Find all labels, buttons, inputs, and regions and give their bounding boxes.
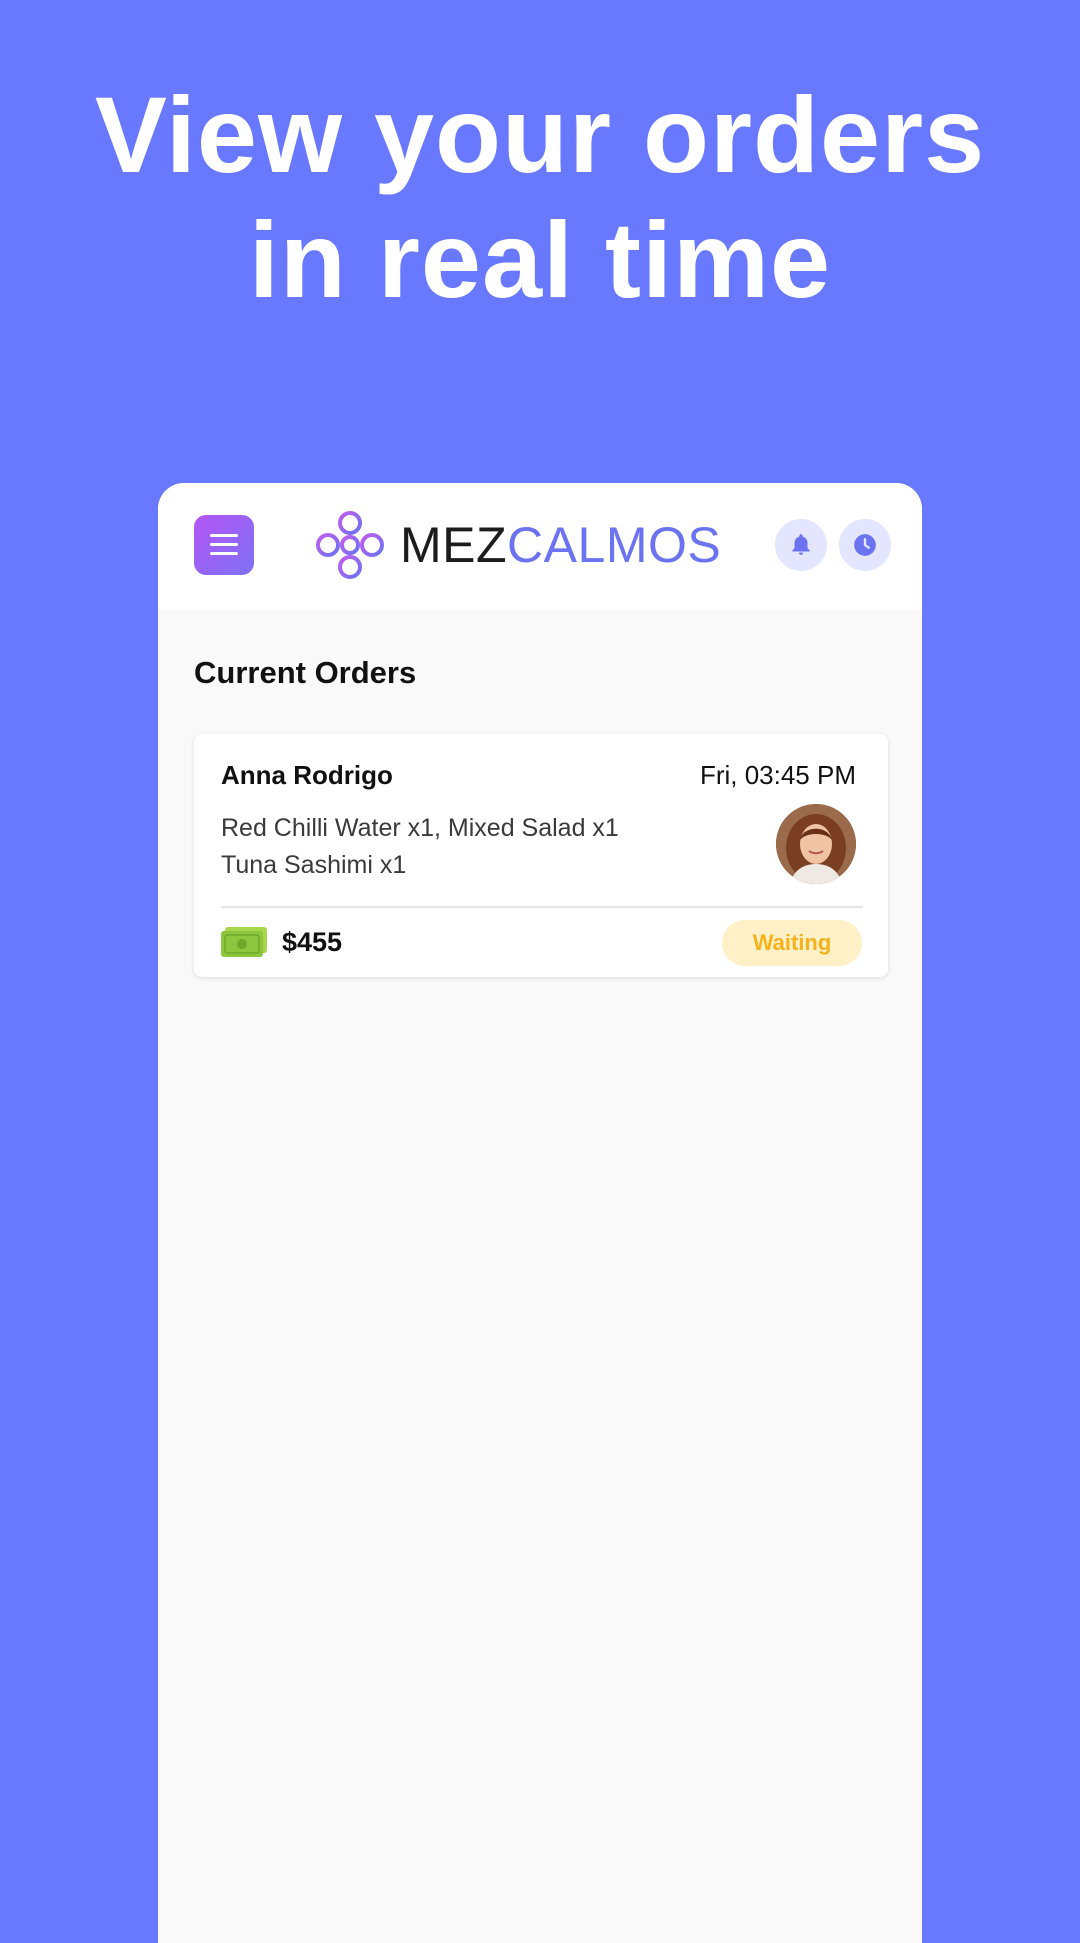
headline-line-1: View your orders [94, 74, 986, 195]
order-time: Fri, 03:45 PM [699, 760, 856, 790]
order-items-line-2: Tuna Sashimi x1 [221, 851, 407, 879]
status-badge: Waiting [722, 920, 862, 966]
order-items-line-1: Red Chilli Water x1, Mixed Salad x1 [221, 814, 619, 842]
cash-icon [221, 927, 267, 957]
menu-icon [210, 534, 238, 556]
bell-icon [792, 534, 810, 555]
clock-icon [854, 534, 876, 556]
headline-line-2: in real time [248, 199, 832, 320]
menu-button[interactable] [194, 515, 254, 575]
app-screen: MEZCALMOS Current Orders Anna Rodrigo Fr… [158, 483, 922, 1943]
app-logo: MEZCALMOS [314, 507, 721, 583]
divider [221, 906, 863, 908]
logo-mark-icon [316, 511, 384, 579]
customer-name: Anna Rodrigo [221, 760, 393, 790]
customer-avatar [776, 804, 856, 884]
history-button[interactable] [839, 519, 891, 571]
order-items: Red Chilli Water x1, Mixed Salad x1 Tuna… [221, 810, 741, 884]
order-price: $455 [282, 927, 343, 957]
logo-text: MEZCALMOS [400, 516, 721, 574]
order-card[interactable]: Anna Rodrigo Fri, 03:45 PM Red Chilli Wa… [194, 734, 888, 977]
headline: View your orders in real time [0, 72, 1080, 322]
logo-text-part-1: MEZ [400, 517, 508, 573]
notifications-button[interactable] [775, 519, 827, 571]
logo-text-part-2: CALMOS [507, 517, 722, 573]
app-bar: MEZCALMOS [158, 483, 922, 610]
section-title: Current Orders [194, 655, 417, 690]
